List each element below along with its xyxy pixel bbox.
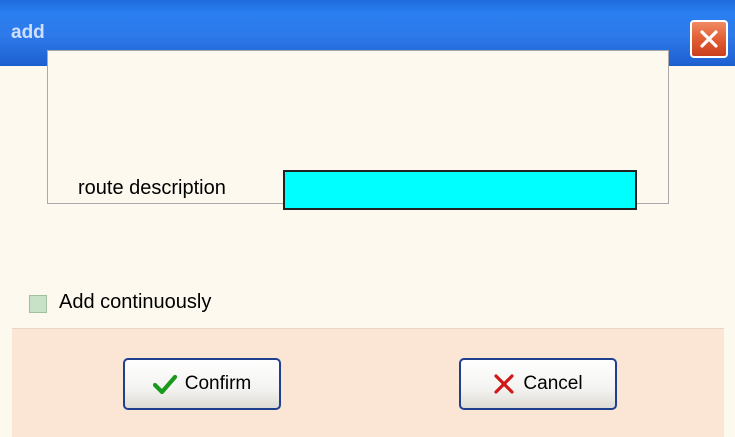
confirm-button[interactable]: Confirm <box>123 358 281 410</box>
add-dialog: add route description Add continuously C… <box>0 0 735 437</box>
confirm-label: Confirm <box>184 373 252 394</box>
route-description-input[interactable] <box>283 170 637 210</box>
checkmark-icon <box>152 374 177 394</box>
cancel-label: Cancel <box>523 373 583 394</box>
add-continuously-label: Add continuously <box>59 291 212 313</box>
button-bar <box>12 328 724 437</box>
cross-icon <box>494 374 515 394</box>
window-title: add <box>11 22 45 43</box>
route-description-label: route description <box>78 177 226 199</box>
close-icon <box>700 30 718 48</box>
close-button[interactable] <box>690 20 728 58</box>
checkbox-box[interactable] <box>29 295 47 313</box>
window-right-edge <box>724 66 735 437</box>
cancel-button[interactable]: Cancel <box>459 358 617 410</box>
